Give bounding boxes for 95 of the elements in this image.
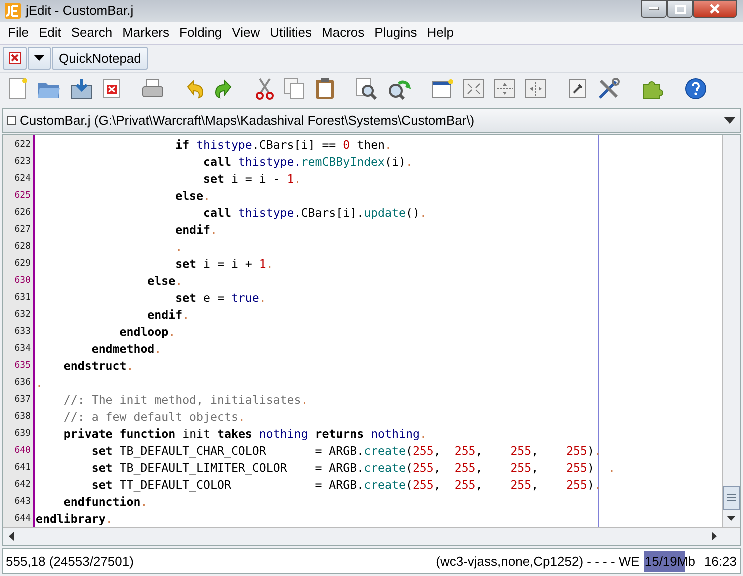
line-number: 634 <box>14 344 32 354</box>
menu-item[interactable]: Markers <box>118 25 175 40</box>
code-line: if thistype.CBars[i] == 0 then. <box>174 138 392 152</box>
document-settings-icon[interactable] <box>568 78 588 99</box>
code-line: set i = i - 1. <box>202 172 302 186</box>
code-line: set TT_DEFAULT_COLOR = ARGB.create(255, 255, 255, 255). <box>90 478 602 492</box>
line-number: 641 <box>14 462 32 473</box>
search-icon[interactable] <box>356 78 378 100</box>
line-number: 636 <box>14 378 32 388</box>
code-line: endloop. <box>118 324 176 339</box>
code-line: endfunction. <box>62 494 148 509</box>
code-line: call thistype.remCBByIndex(i). <box>202 154 413 169</box>
line-number: 630 <box>14 276 32 286</box>
close-file-icon[interactable] <box>103 78 121 99</box>
quicknotepad-button[interactable]: QuickNotepad <box>52 46 148 70</box>
code-line: . <box>36 376 43 390</box>
line-number: 642 <box>14 480 32 490</box>
line-number: 631 <box>14 292 32 303</box>
code-line: else. <box>174 188 211 203</box>
close-icon <box>709 4 721 14</box>
undo-icon[interactable] <box>185 78 205 99</box>
line-number: 625 <box>14 190 32 201</box>
code-line: . <box>174 240 183 254</box>
line-number: 624 <box>14 174 32 184</box>
copy-icon[interactable] <box>284 78 306 100</box>
menu-item[interactable]: Search <box>66 25 118 40</box>
vertical-scrollbar[interactable] <box>722 135 740 528</box>
maximize-icon <box>674 4 686 14</box>
menu-item[interactable]: View <box>227 25 266 40</box>
buffer-switcher[interactable]: CustomBar.j (G:\Privat\Warcraft\Maps\Kadashival Forest\Systems\CustomBar\) <box>2 108 741 134</box>
code-line: set TB_DEFAULT_LIMITER_COLOR = ARGB.create(255, 255, 255, 255) . <box>90 460 616 475</box>
maximize-button[interactable] <box>667 0 693 18</box>
line-number: 633 <box>14 326 32 337</box>
save-icon[interactable] <box>70 78 94 100</box>
menu-item[interactable]: Edit <box>34 25 66 40</box>
menu-item[interactable]: Help <box>422 25 460 40</box>
line-number: 640 <box>14 446 32 456</box>
scissors-icon[interactable] <box>255 78 275 100</box>
menu-item[interactable]: Folding <box>174 25 228 40</box>
checkbox-icon <box>7 116 16 126</box>
code-line: //: The init method, initialisates. <box>62 392 308 407</box>
caret-position: 555,18 (24553/27501) <box>6 554 134 569</box>
line-number: 637 <box>14 394 32 405</box>
menu-item[interactable]: Utilities <box>265 25 318 40</box>
tools-icon[interactable] <box>597 76 621 101</box>
help-icon[interactable] <box>685 78 707 100</box>
menu-item[interactable]: File <box>3 25 34 40</box>
caret-icon <box>34 55 45 62</box>
menu-item[interactable]: Plugins <box>370 25 422 40</box>
line-number: 627 <box>14 224 32 235</box>
app-logo-icon <box>5 2 21 19</box>
clipboard-icon[interactable] <box>315 78 335 100</box>
split-horizontal-icon[interactable] <box>494 78 516 99</box>
line-number: 639 <box>14 428 32 439</box>
code-line: private function init takes nothing returns nothing. <box>62 426 427 441</box>
code-line: set TB_DEFAULT_CHAR_COLOR = ARGB.create(255, 255, 255, 255). <box>90 444 602 458</box>
split-vertical-icon[interactable] <box>525 78 547 99</box>
line-number: 644 <box>14 514 32 524</box>
code-line: endlibrary. <box>36 512 113 526</box>
line-number: 638 <box>14 412 32 422</box>
code-line: //: a few default objects. <box>62 410 246 424</box>
line-number: 635 <box>14 360 32 371</box>
dropdown-button[interactable] <box>28 46 51 70</box>
close-dock-button[interactable] <box>3 46 27 70</box>
line-number: 632 <box>14 310 32 320</box>
code-line: endstruct. <box>62 358 134 373</box>
minimize-icon <box>649 7 659 11</box>
code-line: call thistype.CBars[i].update(). <box>202 206 427 220</box>
line-number: 626 <box>14 208 32 218</box>
code-line: endif. <box>146 308 190 322</box>
close-button[interactable] <box>693 0 737 18</box>
printer-icon[interactable] <box>142 78 164 99</box>
new-window-icon[interactable] <box>432 78 454 99</box>
line-number: 643 <box>14 496 32 507</box>
close-icon <box>9 52 21 64</box>
redo-icon[interactable] <box>214 78 234 99</box>
unsplit-icon[interactable] <box>463 78 485 99</box>
line-number: 623 <box>14 156 32 167</box>
scroll-thumb-icon[interactable] <box>723 486 740 510</box>
line-number: 628 <box>14 242 32 252</box>
code-line: set i = i + 1. <box>174 256 274 271</box>
line-number: 629 <box>14 258 32 269</box>
minimize-button[interactable] <box>641 0 667 18</box>
menu-item[interactable]: Macros <box>317 25 370 40</box>
buffer-path: CustomBar.j (G:\Privat\Warcraft\Maps\Kadashival Forest\Systems\CustomBar\) <box>20 113 475 128</box>
code-line: endif. <box>174 222 218 237</box>
code-line: endmethod. <box>90 342 162 356</box>
new-file-icon[interactable] <box>8 78 28 100</box>
window-title: jEdit - CustomBar.j <box>26 3 134 18</box>
code-line: set e = true. <box>174 290 266 305</box>
clock: 16:23 <box>704 554 737 569</box>
buffer-mode: (wc3-vjass,none,Cp1252) - - - - WE <box>436 554 640 569</box>
line-number: 622 <box>14 140 32 150</box>
dropdown-arrow-icon <box>724 117 736 124</box>
code-line: else. <box>146 274 183 288</box>
